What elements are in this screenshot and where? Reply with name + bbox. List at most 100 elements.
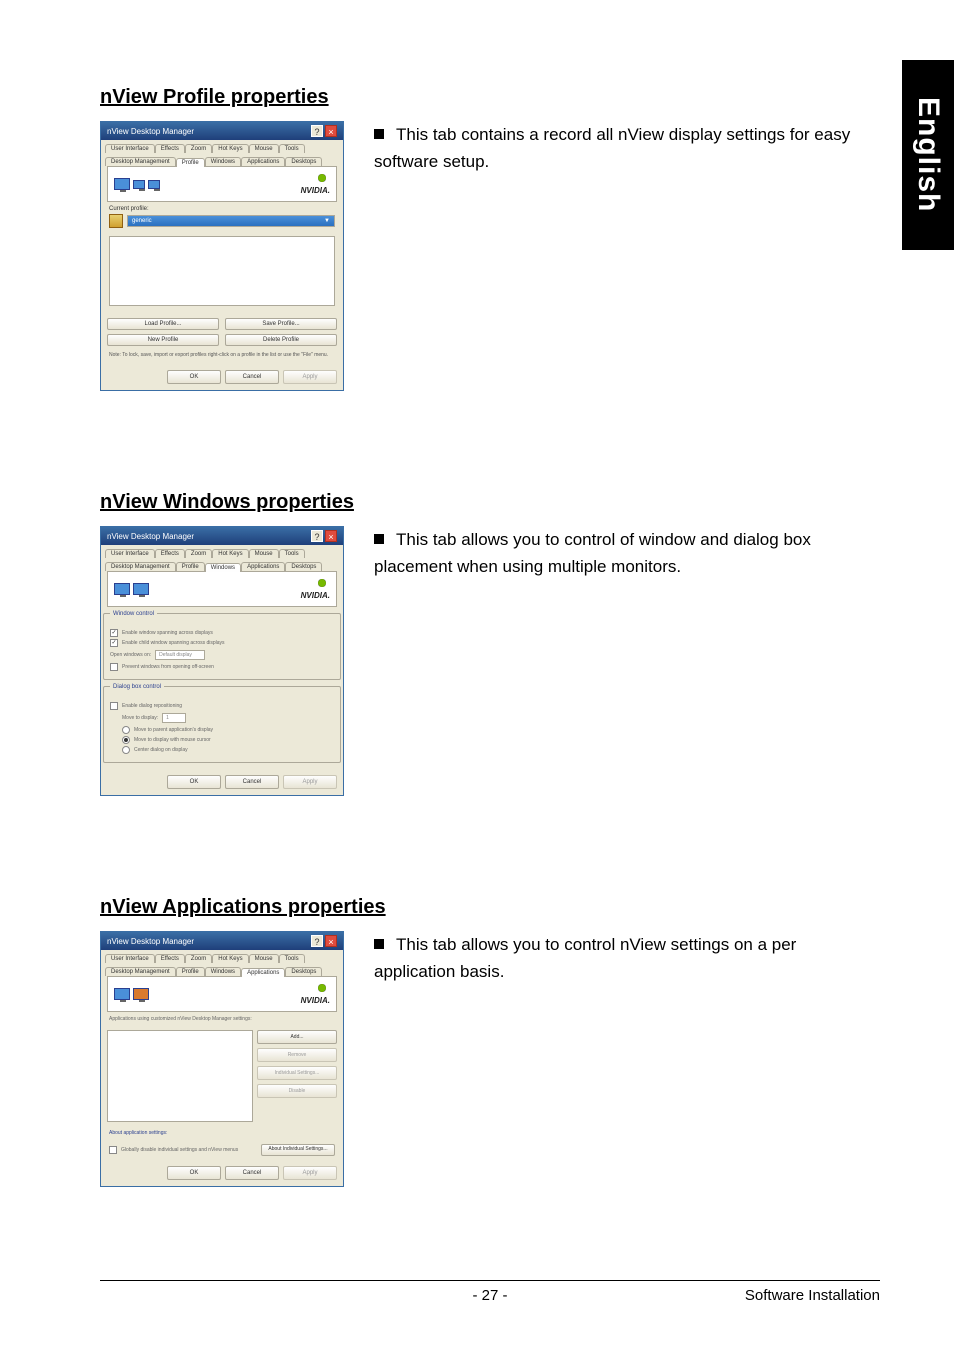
tab-ui[interactable]: User Interface	[105, 549, 155, 558]
tab-mouse[interactable]: Mouse	[249, 144, 279, 153]
apply-button[interactable]: Apply	[283, 1166, 337, 1180]
help-icon[interactable]: ?	[311, 935, 323, 947]
bullet-icon	[374, 534, 384, 544]
nvidia-text: NVIDIA.	[301, 186, 330, 195]
tab-profile[interactable]: Profile	[176, 562, 205, 571]
close-icon[interactable]: ×	[325, 935, 337, 947]
application-listbox[interactable]	[107, 1030, 253, 1122]
about-app-settings-label: About application settings:	[101, 1126, 343, 1140]
content: nView Profile properties nView Desktop M…	[100, 86, 880, 1287]
close-icon[interactable]: ×	[325, 530, 337, 542]
apply-button[interactable]: Apply	[283, 370, 337, 384]
help-icon[interactable]: ?	[311, 125, 323, 137]
cancel-button[interactable]: Cancel	[225, 775, 279, 789]
tab-tools[interactable]: Tools	[279, 954, 305, 963]
cancel-button[interactable]: Cancel	[225, 1166, 279, 1180]
tab-windows[interactable]: Windows	[205, 157, 241, 166]
move-to-select[interactable]: 1	[162, 713, 186, 723]
load-profile-button[interactable]: Load Profile...	[107, 318, 219, 330]
chk-prevent-offscreen[interactable]: Prevent windows from opening off-screen	[110, 663, 334, 671]
tab-tools[interactable]: Tools	[279, 549, 305, 558]
language-tab: English	[902, 60, 954, 250]
apply-button[interactable]: Apply	[283, 775, 337, 789]
tab-applications[interactable]: Applications	[241, 562, 285, 571]
nvidia-eye-icon	[314, 983, 330, 993]
bullet-icon	[374, 129, 384, 139]
dialog-title-text: nView Desktop Manager	[107, 127, 194, 136]
cancel-button[interactable]: Cancel	[225, 370, 279, 384]
tab-hotkeys[interactable]: Hot Keys	[212, 549, 248, 558]
tab-zoom[interactable]: Zoom	[185, 954, 212, 963]
add-button[interactable]: Add...	[257, 1030, 337, 1044]
ok-button[interactable]: OK	[167, 775, 221, 789]
heading-windows: nView Windows properties	[100, 491, 880, 514]
page: English nView Profile properties nView D…	[0, 0, 954, 1358]
monitor-icon	[133, 988, 149, 1000]
monitor-icon	[114, 583, 130, 595]
dialog-titlebar: nView Desktop Manager ? ×	[101, 932, 343, 950]
tab-desktops[interactable]: Desktops	[285, 157, 322, 166]
heading-profile: nView Profile properties	[100, 86, 880, 109]
profile-listbox[interactable]	[109, 236, 335, 306]
tab-hotkeys[interactable]: Hot Keys	[212, 144, 248, 153]
tab-desktops[interactable]: Desktops	[285, 967, 322, 976]
profile-select[interactable]: generic▼	[127, 215, 335, 227]
tab-desktops[interactable]: Desktops	[285, 562, 322, 571]
chk-child-spanning[interactable]: ✓Enable child window spanning across dis…	[110, 639, 334, 647]
open-on-select[interactable]: Default display	[155, 650, 205, 660]
disable-button[interactable]: Disable	[257, 1084, 337, 1098]
tab-effects[interactable]: Effects	[155, 549, 185, 558]
close-icon[interactable]: ×	[325, 125, 337, 137]
dialog-control-group: Dialog box control Enable dialog reposit…	[103, 686, 341, 763]
tab-desktop-mgmt[interactable]: Desktop Management	[105, 967, 176, 976]
help-icon[interactable]: ?	[311, 530, 323, 542]
tab-profile[interactable]: Profile	[176, 158, 205, 167]
dialog-title-text: nView Desktop Manager	[107, 937, 194, 946]
rad-parent-display[interactable]: Move to parent application's display	[110, 726, 334, 734]
remove-button[interactable]: Remove	[257, 1048, 337, 1062]
tab-zoom[interactable]: Zoom	[185, 549, 212, 558]
tab-applications[interactable]: Applications	[241, 157, 285, 166]
individual-settings-button[interactable]: Individual Settings...	[257, 1066, 337, 1080]
tab-zoom[interactable]: Zoom	[185, 144, 212, 153]
nvidia-eye-icon	[314, 578, 330, 588]
dialog-control-legend: Dialog box control	[110, 684, 164, 690]
rad-center-display[interactable]: Center dialog on display	[110, 746, 334, 754]
chk-window-spanning[interactable]: ✓Enable window spanning across displays	[110, 629, 334, 637]
tab-ui[interactable]: User Interface	[105, 954, 155, 963]
tab-effects[interactable]: Effects	[155, 954, 185, 963]
chk-enable-reposition[interactable]: Enable dialog repositioning	[110, 702, 334, 710]
tab-desktop-mgmt[interactable]: Desktop Management	[105, 157, 176, 166]
banner: NVIDIA.	[107, 166, 337, 202]
tab-mouse[interactable]: Mouse	[249, 954, 279, 963]
open-on-label: Open windows on:	[110, 652, 151, 658]
page-number: - 27 -	[472, 1287, 507, 1304]
tab-desktop-mgmt[interactable]: Desktop Management	[105, 562, 176, 571]
tab-profile[interactable]: Profile	[176, 967, 205, 976]
move-to-label: Move to display:	[122, 715, 158, 721]
windows-description: This tab allows you to control of window…	[374, 526, 880, 580]
section-windows: nView Windows properties nView Desktop M…	[100, 491, 880, 796]
chk-global-disable[interactable]: Globally disable individual settings and…	[109, 1146, 255, 1154]
tab-applications[interactable]: Applications	[241, 968, 285, 977]
nvidia-logo: NVIDIA.	[301, 983, 330, 1005]
windows-dialog: nView Desktop Manager ? × User Interface…	[100, 526, 344, 796]
tab-hotkeys[interactable]: Hot Keys	[212, 954, 248, 963]
tab-mouse[interactable]: Mouse	[249, 549, 279, 558]
tab-tools[interactable]: Tools	[279, 144, 305, 153]
ok-button[interactable]: OK	[167, 1166, 221, 1180]
tab-windows[interactable]: Windows	[205, 967, 241, 976]
dialog-title-text: nView Desktop Manager	[107, 532, 194, 541]
tab-effects[interactable]: Effects	[155, 144, 185, 153]
tab-windows[interactable]: Windows	[205, 563, 241, 572]
current-profile-label: Current profile:	[101, 202, 343, 212]
about-individual-button[interactable]: About Individual Settings...	[261, 1144, 335, 1156]
profile-note: Note: To lock, save, import or export pr…	[101, 350, 343, 364]
delete-profile-button[interactable]: Delete Profile	[225, 334, 337, 346]
monitor-icon	[114, 988, 130, 1000]
save-profile-button[interactable]: Save Profile...	[225, 318, 337, 330]
rad-mouse-display[interactable]: Move to display with mouse cursor	[110, 736, 334, 744]
tab-ui[interactable]: User Interface	[105, 144, 155, 153]
ok-button[interactable]: OK	[167, 370, 221, 384]
new-profile-button[interactable]: New Profile	[107, 334, 219, 346]
